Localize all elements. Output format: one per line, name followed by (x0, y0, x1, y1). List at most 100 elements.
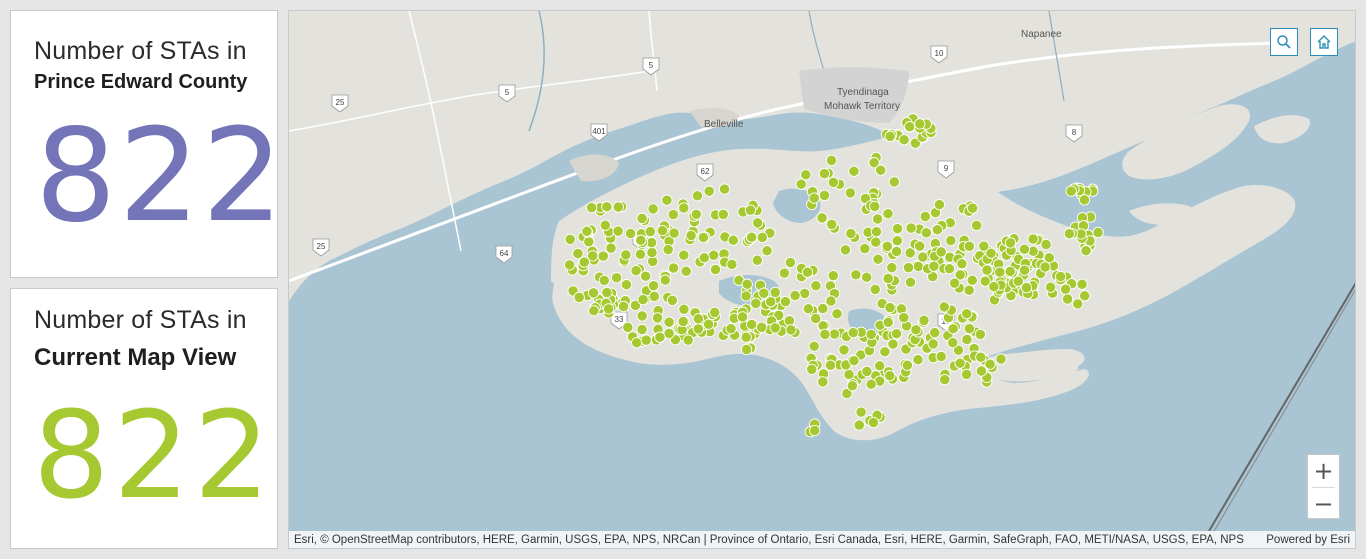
sta-marker[interactable] (891, 235, 903, 247)
sta-marker[interactable] (850, 269, 862, 281)
sta-marker[interactable] (703, 185, 715, 197)
sta-marker[interactable] (680, 265, 692, 277)
sta-marker[interactable] (744, 204, 757, 216)
sta-marker[interactable] (636, 310, 648, 322)
sta-marker[interactable] (963, 240, 975, 252)
sta-marker[interactable] (824, 359, 837, 371)
sta-marker[interactable] (639, 270, 652, 282)
sta-marker[interactable] (855, 406, 867, 418)
sta-marker[interactable] (583, 236, 595, 248)
sta-marker[interactable] (975, 351, 987, 363)
sta-marker[interactable] (912, 354, 924, 366)
sta-marker[interactable] (891, 222, 904, 235)
sta-marker[interactable] (919, 210, 931, 223)
sta-marker[interactable] (1044, 281, 1057, 293)
sta-marker[interactable] (663, 316, 675, 328)
sta-marker[interactable] (928, 260, 940, 272)
sta-marker[interactable] (817, 376, 829, 388)
sta-marker[interactable] (605, 242, 617, 254)
sta-marker[interactable] (917, 251, 929, 263)
sta-marker[interactable] (783, 315, 796, 327)
sta-marker[interactable] (690, 208, 702, 221)
sta-marker[interactable] (588, 305, 600, 317)
sta-marker[interactable] (789, 289, 801, 302)
sta-marker[interactable] (758, 287, 770, 299)
sta-marker[interactable] (825, 154, 838, 167)
sta-marker[interactable] (847, 326, 859, 339)
sta-marker[interactable] (933, 198, 946, 211)
sta-marker[interactable] (769, 322, 781, 334)
sta-marker[interactable] (826, 218, 838, 231)
sta-marker[interactable] (644, 225, 656, 238)
sta-marker[interactable] (844, 187, 857, 199)
sta-marker[interactable] (717, 208, 729, 221)
sta-marker[interactable] (966, 274, 978, 286)
sta-marker[interactable] (818, 189, 831, 202)
sta-marker[interactable] (984, 358, 996, 370)
sta-marker[interactable] (1027, 233, 1039, 245)
sta-marker[interactable] (630, 264, 642, 277)
sta-marker[interactable] (801, 266, 814, 278)
sta-marker[interactable] (956, 258, 968, 270)
sta-marker[interactable] (861, 365, 873, 378)
sta-marker[interactable] (939, 373, 951, 386)
sta-marker[interactable] (598, 274, 610, 287)
sta-marker[interactable] (918, 314, 930, 327)
sta-marker[interactable] (870, 226, 883, 238)
sta-marker[interactable] (935, 350, 947, 363)
sta-marker[interactable] (745, 231, 758, 243)
sta-marker[interactable] (1076, 278, 1088, 290)
sta-marker[interactable] (947, 336, 959, 349)
sta-marker[interactable] (631, 337, 643, 349)
sta-marker[interactable] (599, 219, 611, 231)
sta-marker[interactable] (617, 300, 630, 313)
sta-marker[interactable] (808, 192, 820, 204)
sta-marker[interactable] (601, 286, 613, 299)
sta-marker[interactable] (677, 315, 689, 328)
sta-marker[interactable] (667, 262, 680, 274)
sta-marker[interactable] (886, 261, 898, 274)
sta-marker[interactable] (751, 217, 764, 229)
sta-marker[interactable] (573, 291, 585, 304)
sta-marker[interactable] (960, 368, 973, 381)
sta-marker[interactable] (975, 365, 988, 377)
sta-marker[interactable] (870, 236, 882, 248)
sta-marker[interactable] (612, 225, 624, 237)
sta-marker[interactable] (947, 323, 959, 335)
sta-marker[interactable] (869, 200, 881, 213)
sta-marker[interactable] (666, 294, 679, 307)
sta-marker[interactable] (1061, 293, 1074, 305)
sta-marker[interactable] (612, 201, 624, 213)
sta-marker[interactable] (802, 303, 814, 315)
sta-marker[interactable] (636, 323, 648, 336)
sta-marker[interactable] (810, 280, 822, 292)
sta-marker[interactable] (853, 419, 865, 431)
sta-marker[interactable] (587, 287, 600, 299)
sta-marker[interactable] (585, 201, 598, 214)
sta-marker[interactable] (901, 359, 914, 371)
sta-marker[interactable] (905, 222, 917, 234)
sta-marker[interactable] (910, 324, 922, 336)
sta-marker[interactable] (741, 278, 753, 290)
powered-by-label[interactable]: Powered by Esri (1266, 534, 1350, 546)
sta-marker[interactable] (945, 234, 957, 247)
sta-marker[interactable] (637, 293, 649, 306)
sta-marker[interactable] (904, 276, 917, 288)
sta-marker[interactable] (564, 233, 576, 246)
sta-marker[interactable] (697, 231, 710, 244)
sta-marker[interactable] (879, 346, 891, 358)
sta-marker[interactable] (662, 243, 674, 256)
sta-marker[interactable] (914, 118, 926, 130)
sta-marker[interactable] (882, 316, 894, 328)
sta-marker[interactable] (845, 227, 857, 240)
sta-marker[interactable] (563, 259, 576, 271)
sta-marker[interactable] (709, 306, 721, 319)
sta-marker[interactable] (682, 334, 694, 346)
sta-marker[interactable] (938, 301, 950, 313)
sta-marker[interactable] (859, 242, 871, 255)
sta-marker[interactable] (740, 343, 753, 356)
sta-marker[interactable] (810, 312, 822, 325)
sta-marker[interactable] (601, 201, 613, 213)
sta-marker[interactable] (995, 353, 1007, 365)
sta-marker[interactable] (846, 380, 859, 392)
